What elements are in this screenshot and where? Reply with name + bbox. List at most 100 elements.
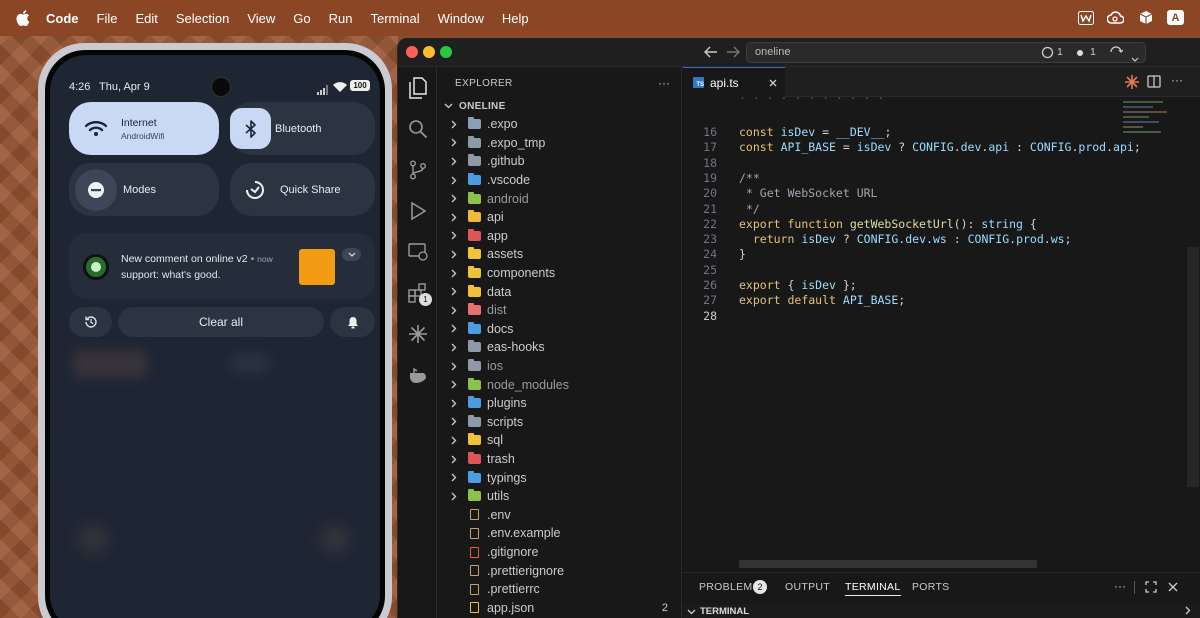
code-line[interactable]: 18 (683, 156, 1183, 171)
menu-file[interactable]: File (97, 11, 118, 26)
file-tree-item[interactable]: app (437, 227, 682, 246)
file-tree-item[interactable]: scripts (437, 413, 682, 432)
quick-share-tile[interactable]: Quick Share (230, 163, 375, 216)
claude-icon[interactable] (405, 321, 431, 347)
maximize-window-button[interactable] (440, 46, 452, 58)
panel-more-actions-icon[interactable]: ··· (1114, 579, 1126, 593)
chevron-down-icon[interactable] (1131, 49, 1139, 67)
code-line[interactable]: 28 (683, 309, 1183, 324)
panel-tab-output[interactable]: OUTPUT (785, 581, 830, 593)
file-tree-item[interactable]: assets (437, 245, 682, 264)
menu-view[interactable]: View (247, 11, 275, 26)
terminal-section-header[interactable]: TERMINAL (683, 604, 1200, 618)
w-app-icon[interactable] (1077, 9, 1094, 26)
forward-arrow-icon[interactable] (726, 45, 740, 63)
code-line[interactable]: 24} (683, 247, 1183, 262)
code-line[interactable]: 25 (683, 263, 1183, 278)
file-tree-item[interactable]: typings (437, 468, 682, 487)
source-control-status-icon[interactable] (1109, 46, 1124, 64)
internet-tile[interactable]: Internet AndroidWifi (69, 102, 219, 155)
folder-icon (467, 377, 481, 390)
file-tree-item[interactable]: docs (437, 320, 682, 339)
file-tree-item[interactable]: app.json 2 (437, 599, 682, 618)
code-line[interactable]: 17 const API_BASE = isDev ? CONFIG.dev.ap… (683, 140, 1183, 155)
creative-cloud-icon[interactable] (1107, 9, 1124, 26)
text-input-icon[interactable]: A (1167, 9, 1184, 26)
file-tree-item[interactable]: sql (437, 431, 682, 450)
explorer-more-actions-icon[interactable]: ··· (658, 76, 670, 90)
menu-edit[interactable]: Edit (135, 11, 157, 26)
file-tree-item[interactable]: ios (437, 357, 682, 376)
file-tree-item[interactable]: api (437, 208, 682, 227)
notification-settings-button[interactable] (330, 307, 375, 337)
menu-window[interactable]: Window (438, 11, 484, 26)
command-search-box[interactable]: oneline 1 1 (746, 42, 1146, 63)
code-line[interactable]: 21 */ (683, 202, 1183, 217)
code-line[interactable]: 23 return isDev ? CONFIG.dev.ws : CONFIG… (683, 232, 1183, 247)
close-window-button[interactable] (406, 46, 418, 58)
file-tree-item[interactable]: node_modules (437, 375, 682, 394)
file-tree-item[interactable]: .github (437, 152, 682, 171)
code-line[interactable]: 22 export function getWebSocketUrl(): str… (683, 217, 1183, 232)
file-tree-item[interactable]: .expo (437, 115, 682, 134)
code-line[interactable]: 20 * Get WebSocket URL (683, 186, 1183, 201)
minimap[interactable] (1123, 97, 1183, 157)
clear-all-button[interactable]: Clear all (118, 307, 324, 337)
claude-spark-icon[interactable] (1124, 74, 1140, 95)
notification-expand-chevron-icon[interactable] (342, 248, 361, 261)
minimize-window-button[interactable] (423, 46, 435, 58)
file-tree-item[interactable]: android (437, 189, 682, 208)
file-tree-item[interactable]: .gitignore (437, 543, 682, 562)
run-debug-icon[interactable] (405, 198, 431, 224)
back-arrow-icon[interactable] (704, 45, 718, 63)
file-tree-item[interactable]: .env.example (437, 524, 682, 543)
source-control-icon[interactable] (405, 157, 431, 183)
modes-tile[interactable]: Modes (69, 163, 219, 216)
file-tree-item[interactable]: .prettierrc (437, 580, 682, 599)
file-tree-item[interactable]: dist (437, 301, 682, 320)
file-tree-item[interactable]: .vscode (437, 171, 682, 190)
split-editor-icon[interactable] (1147, 75, 1161, 93)
menu-run[interactable]: Run (329, 11, 353, 26)
close-tab-icon[interactable] (769, 74, 777, 92)
history-button[interactable] (69, 307, 112, 337)
panel-tab-problems[interactable]: PROBLEMS (699, 581, 760, 593)
maximize-panel-icon[interactable] (1145, 581, 1157, 596)
file-tree-item[interactable]: plugins (437, 394, 682, 413)
file-tree-item[interactable]: .prettierignore (437, 561, 682, 580)
code-line[interactable]: 26 export { isDev }; (683, 278, 1183, 293)
apple-logo-icon[interactable] (16, 10, 32, 26)
vertical-scrollbar[interactable] (1187, 247, 1199, 487)
bluetooth-tile[interactable]: Bluetooth (230, 102, 375, 155)
search-icon[interactable] (405, 116, 431, 142)
editor-tab-api-ts[interactable]: TS api.ts (683, 67, 785, 97)
code-line[interactable]: 19 /** (683, 171, 1183, 186)
remote-explorer-icon[interactable] (405, 239, 431, 265)
file-tree-item[interactable]: .env (437, 506, 682, 525)
code-line[interactable]: 16 const isDev = __DEV__; (683, 125, 1183, 140)
file-tree-item[interactable]: trash (437, 450, 682, 469)
menu-go[interactable]: Go (293, 11, 310, 26)
file-tree-item[interactable]: .expo_tmp (437, 134, 682, 153)
menu-selection[interactable]: Selection (176, 11, 229, 26)
file-tree-item[interactable]: data (437, 282, 682, 301)
code-line[interactable]: 27 export default API_BASE; (683, 293, 1183, 308)
file-tree-item[interactable]: eas-hooks (437, 338, 682, 357)
explorer-icon[interactable] (405, 75, 431, 101)
panel-tab-terminal[interactable]: TERMINAL (845, 581, 901, 596)
explorer-root-folder[interactable]: ONELINE (437, 97, 682, 115)
bottom-panel: PROBLEMS 2 OUTPUT TERMINAL PORTS ··· TER… (683, 572, 1200, 618)
file-tree-item[interactable]: utils (437, 487, 682, 506)
shield-box-icon[interactable] (1137, 9, 1154, 26)
folder-icon (467, 228, 481, 241)
file-tree-item[interactable]: components (437, 264, 682, 283)
horizontal-scrollbar[interactable] (739, 560, 1037, 568)
close-panel-icon[interactable] (1168, 582, 1178, 595)
notification-card[interactable]: New comment on online v2 • now support: … (69, 233, 375, 299)
editor-more-actions-icon[interactable]: ··· (1171, 73, 1183, 87)
panel-tab-ports[interactable]: PORTS (912, 581, 949, 593)
menu-help[interactable]: Help (502, 11, 529, 26)
menu-app-name[interactable]: Code (46, 11, 79, 26)
menu-terminal[interactable]: Terminal (371, 11, 420, 26)
docker-whale-icon[interactable] (405, 362, 431, 388)
